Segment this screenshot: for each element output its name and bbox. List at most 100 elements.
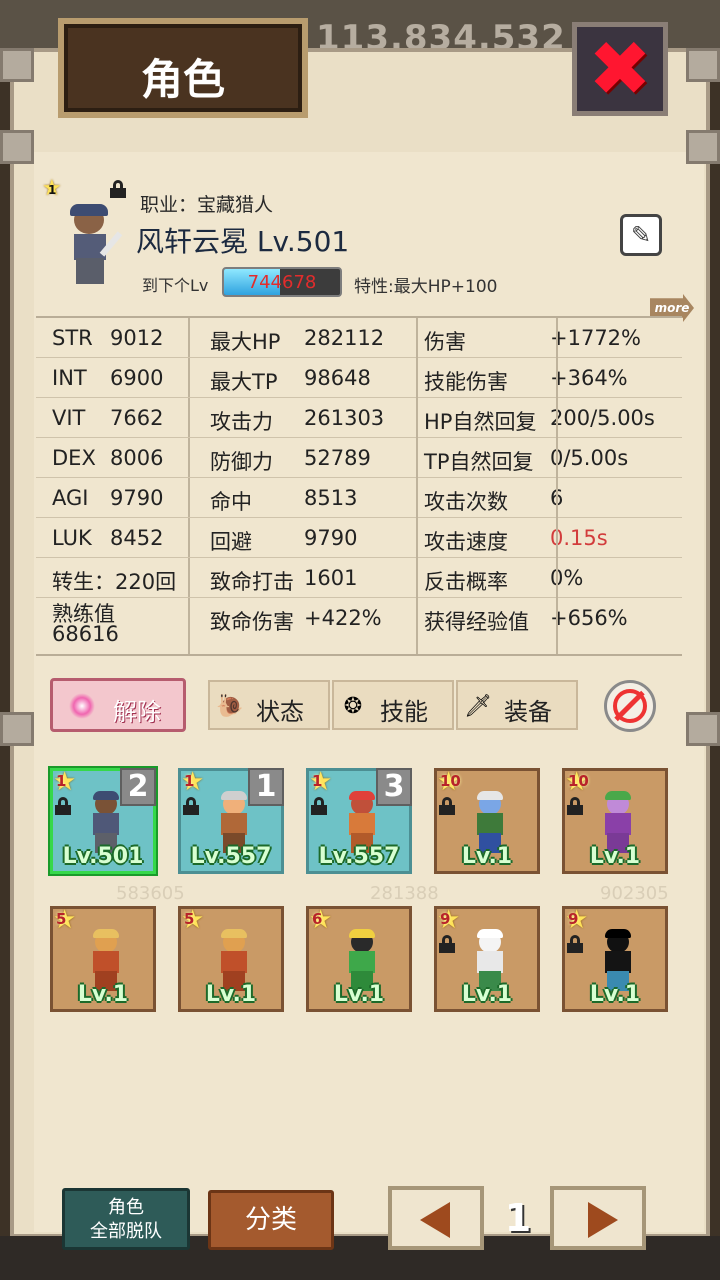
stat-row: INT 6900 最大TP 98648 技能伤害 +364%	[36, 358, 682, 398]
stat-c3: HP自然回复	[424, 410, 537, 434]
stat-v2: 98648	[304, 366, 371, 390]
edit-name-button[interactable]: ✎	[620, 214, 662, 256]
disband-line1: 角色	[108, 1197, 144, 1218]
lock-icon	[439, 797, 455, 815]
party-order-badge: 1	[248, 768, 284, 806]
close-button[interactable]: ✖	[572, 22, 668, 116]
prev-page-button[interactable]	[388, 1186, 484, 1250]
stat-v3: 0/5.00s	[550, 446, 629, 470]
stat-v3: +1772%	[550, 326, 641, 350]
lock-icon	[439, 935, 455, 953]
stat-row: STR 9012 最大HP 282112 伤害 +1772%	[36, 318, 682, 358]
star-count: 10	[440, 772, 461, 790]
stat-c1: INT	[52, 366, 87, 390]
star-count: 10	[568, 772, 589, 790]
stat-c3: 攻击速度	[424, 530, 508, 554]
stat-c2: 致命伤害	[210, 610, 294, 634]
stat-v1: 9012	[110, 326, 164, 350]
tab-skills[interactable]: ❂ 技能	[332, 680, 454, 730]
sort-button[interactable]: 分类	[208, 1190, 334, 1250]
stat-c2: 最大HP	[210, 330, 281, 354]
stat-v1: 7662	[110, 406, 164, 430]
panel-corner	[0, 130, 34, 164]
next-page-button[interactable]	[550, 1186, 646, 1250]
disband-all-button[interactable]: 角色 全部脱队	[62, 1188, 190, 1250]
stat-c2: 回避	[210, 530, 252, 554]
background-text: 902305	[600, 883, 669, 904]
job-label: 职业：宝藏猎人	[140, 194, 274, 216]
stat-v1: 6900	[110, 366, 164, 390]
stat-v2: 261303	[304, 406, 385, 430]
character-slot[interactable]: ★ 9 Lv.1	[562, 905, 668, 1012]
character-slot[interactable]: ★ 10 Lv.1	[434, 767, 540, 874]
stat-c3: TP自然回复	[424, 450, 534, 474]
stat-c1: STR	[52, 326, 93, 350]
pencil-icon: ✎	[630, 221, 652, 249]
star-count: 1	[312, 772, 323, 790]
stat-c3: 技能伤害	[424, 370, 508, 394]
stat-row: 熟练值 68616 致命伤害 +422% 获得经验值 +656%	[36, 598, 682, 654]
column-divider	[416, 318, 418, 654]
character-level: Lv.1	[205, 982, 257, 1007]
cancel-formation-button[interactable]	[604, 680, 656, 732]
character-header: ★ 1 职业：宝藏猎人 风轩云冕 Lv.501 到下个Lv 744678 特性:…	[36, 176, 684, 306]
star-count: 5	[56, 910, 67, 928]
panel-corner	[686, 130, 720, 164]
stat-row: DEX 8006 防御力 52789 TP自然回复 0/5.00s	[36, 438, 682, 478]
character-slot[interactable]: ★ 1 1 Lv.557	[178, 767, 284, 874]
exp-value: 744678	[247, 272, 317, 293]
character-slot[interactable]: ★ 1 2 Lv.501	[50, 767, 156, 874]
stat-v3: 0%	[550, 566, 584, 590]
release-button[interactable]: 解除	[50, 678, 186, 732]
character-level: Lv.1	[461, 844, 513, 869]
sparkle-icon	[69, 693, 95, 719]
stat-c2: 致命打击	[210, 570, 294, 594]
lock-icon	[110, 180, 126, 198]
character-slot[interactable]: ★ 9 Lv.1	[434, 905, 540, 1012]
page-title: 角色	[140, 55, 225, 104]
stat-v1: 8006	[110, 446, 164, 470]
stat-v2: 8513	[304, 486, 358, 510]
character-slot[interactable]: ★ 1 3 Lv.557	[306, 767, 412, 874]
background-text: 281388	[370, 883, 439, 904]
character-slot[interactable]: ★ 5 Lv.1	[50, 905, 156, 1012]
stat-c1: 转生：220回	[52, 570, 177, 594]
party-order-badge: 2	[120, 768, 156, 806]
stat-v3: +656%	[550, 606, 628, 630]
lock-icon	[183, 797, 199, 815]
character-name: 风轩云冕 Lv.501	[136, 225, 350, 258]
stat-v3: 0.15s	[550, 526, 608, 550]
character-slot[interactable]: ★ 5 Lv.1	[178, 905, 284, 1012]
character-level: Lv.1	[461, 982, 513, 1007]
stat-c2: 最大TP	[210, 370, 278, 394]
stat-c1: VIT	[52, 406, 86, 430]
star-count: 9	[440, 910, 451, 928]
stat-c3: 攻击次数	[424, 490, 508, 514]
stat-row: VIT 7662 攻击力 261303 HP自然回复 200/5.00s	[36, 398, 682, 438]
star-count: 1	[184, 772, 195, 790]
trait-label: 特性:最大HP+100	[354, 277, 498, 297]
title-plaque: 角色	[58, 18, 308, 118]
column-divider	[556, 318, 558, 654]
character-avatar	[56, 200, 126, 290]
arrow-left-icon	[420, 1202, 450, 1238]
stat-c2: 防御力	[210, 450, 273, 474]
star-level: 1	[48, 183, 57, 197]
character-slot[interactable]: ★ 10 Lv.1	[562, 767, 668, 874]
stat-v1: 9790	[110, 486, 164, 510]
skill-icon: ❂	[343, 694, 363, 719]
stat-v2: 9790	[304, 526, 358, 550]
stat-c1: AGI	[52, 486, 89, 510]
tab-equipment-label: 装备	[504, 698, 552, 726]
release-label: 解除	[113, 698, 161, 726]
star-count: 1	[56, 772, 67, 790]
panel-corner	[0, 48, 34, 82]
character-level: Lv.1	[589, 844, 641, 869]
stat-v3: +364%	[550, 366, 628, 390]
character-level: Lv.1	[77, 982, 129, 1007]
character-slot[interactable]: ★ 6 Lv.1	[306, 905, 412, 1012]
tab-equipment[interactable]: 🗡 装备	[456, 680, 578, 730]
tab-status[interactable]: 🐌 状态	[208, 680, 330, 730]
stat-c3: 获得经验值	[424, 610, 529, 634]
stat-v1: 8452	[110, 526, 164, 550]
